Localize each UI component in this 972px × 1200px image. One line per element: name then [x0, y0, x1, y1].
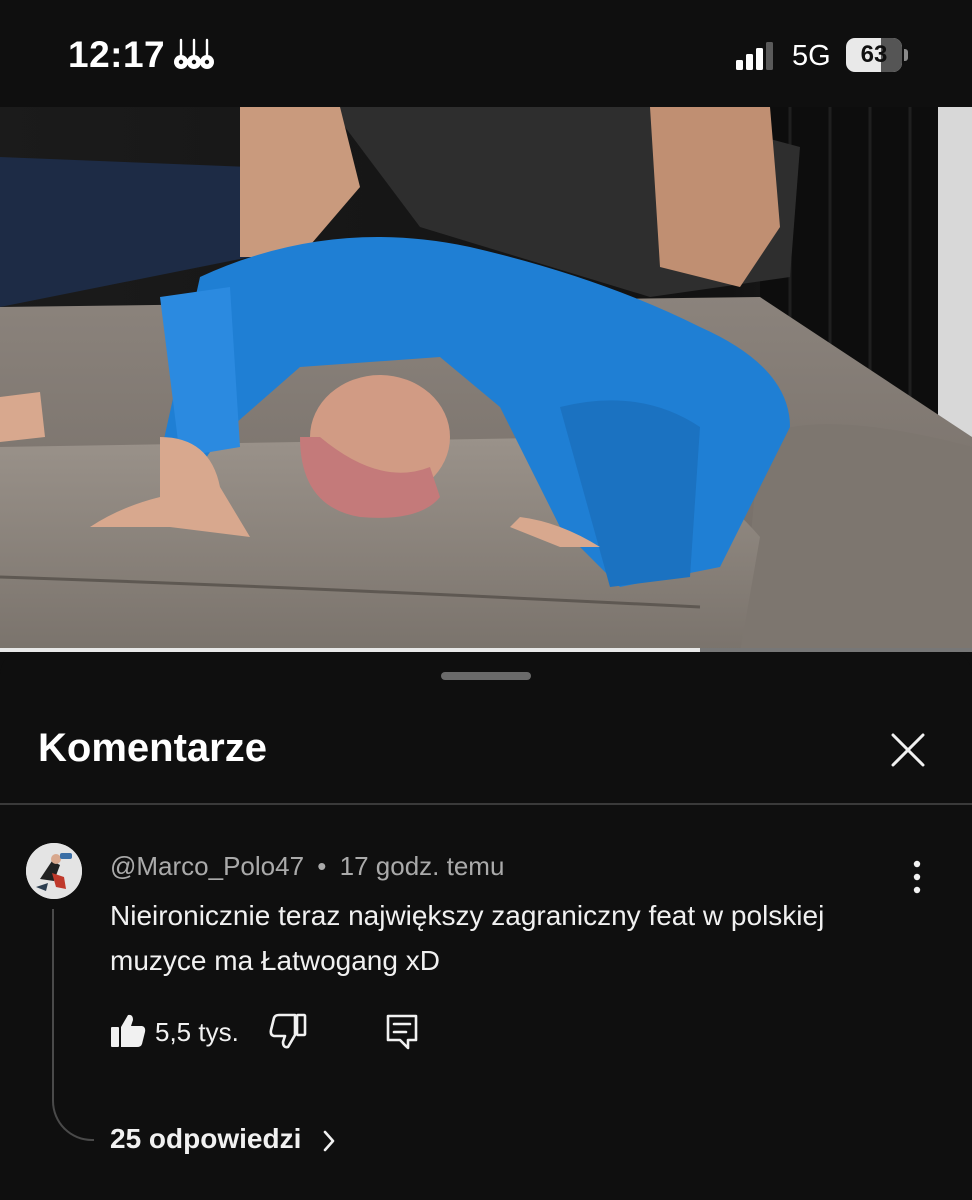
chevron-right-icon: [323, 1130, 335, 1151]
thumbs-up-icon[interactable]: [108, 1011, 148, 1051]
comment-text: Nieironicznie teraz największy zagranicz…: [110, 900, 825, 976]
comment-meta: @Marco_Polo47 • 17 godz. temu: [110, 851, 504, 882]
meta-separator: •: [317, 851, 327, 881]
concert-guitars-icon: [174, 38, 214, 69]
view-replies-link[interactable]: 25 odpowiedzi: [110, 1123, 337, 1155]
comments-title: Komentarze: [38, 726, 267, 770]
comment-time: 17 godz. temu: [339, 851, 505, 881]
replies-count-label: 25 odpowiedzi: [110, 1123, 302, 1154]
cellular-signal-icon: [736, 42, 773, 70]
battery-level: 63: [860, 41, 888, 68]
avatar-image: [26, 843, 82, 899]
video-player[interactable]: [0, 107, 972, 652]
video-frame: [0, 107, 972, 652]
avatar[interactable]: [26, 843, 82, 899]
network-type: 5G: [792, 40, 831, 72]
reply-comment-icon[interactable]: [382, 1011, 422, 1051]
comments-panel: Komentarze @Marco_Polo47 • 17 godz. temu…: [0, 652, 972, 1200]
status-time: 12:17: [68, 34, 166, 75]
battery-indicator: 63: [846, 38, 908, 72]
close-icon[interactable]: [884, 726, 932, 774]
comment-author[interactable]: @Marco_Polo47: [110, 851, 304, 881]
like-count: 5,5 tys.: [155, 1017, 239, 1047]
thread-connector-line: [52, 909, 94, 1141]
thumbs-down-icon[interactable]: [268, 1011, 308, 1051]
status-bar: 12:17 5G 63: [0, 0, 972, 107]
comment-item: @Marco_Polo47 • 17 godz. temu Nieironicz…: [0, 805, 972, 1200]
drag-handle[interactable]: [441, 672, 531, 680]
battery-tip: [904, 49, 908, 61]
more-vertical-icon[interactable]: [900, 855, 934, 899]
